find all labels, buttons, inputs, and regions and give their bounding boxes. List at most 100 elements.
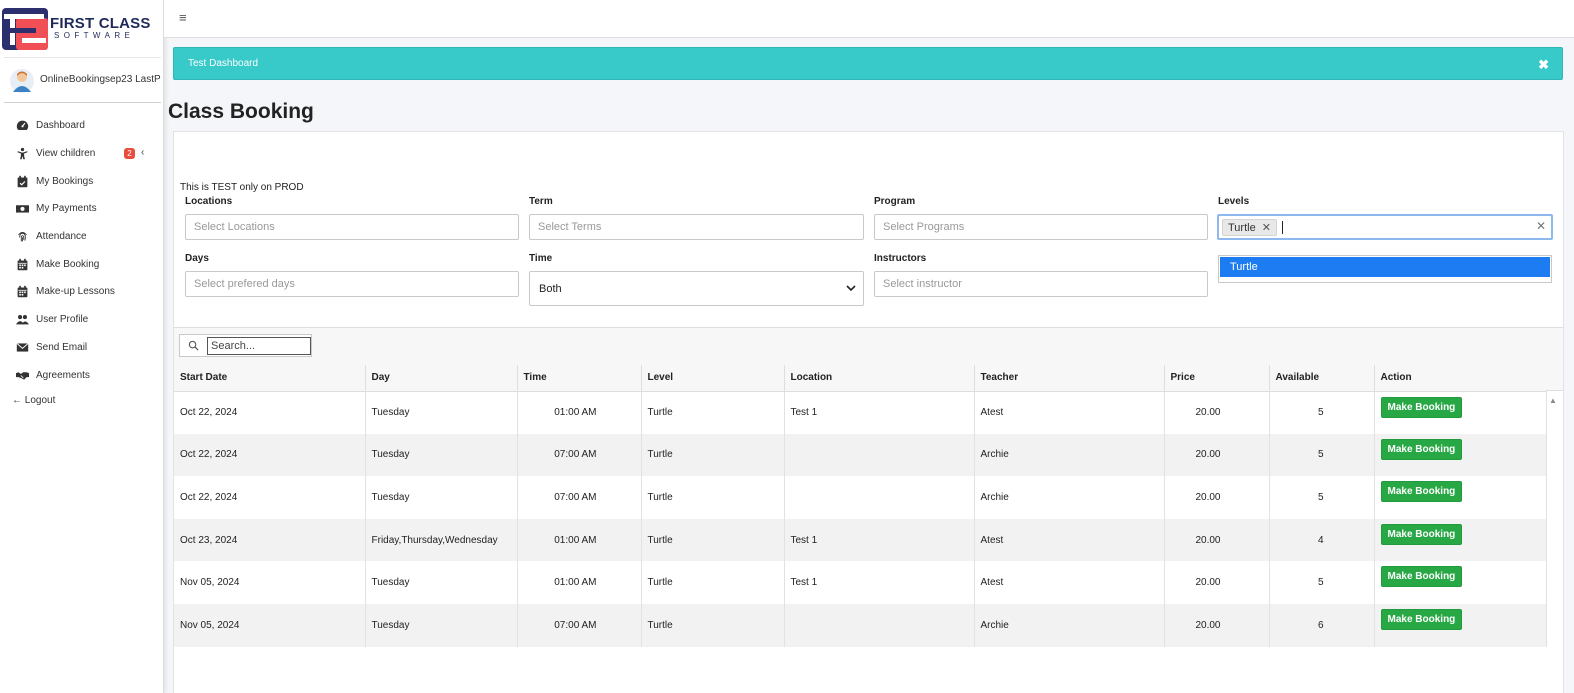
days-select[interactable]: Select prefered days [185,271,519,297]
scrollbar-header [1546,365,1563,391]
column-header[interactable]: Level [641,365,785,392]
column-header[interactable]: Time [517,365,642,392]
available-cell: 6 [1269,603,1375,647]
table-row: Oct 22, 2024 Tuesday 07:00 AM Turtle Arc… [174,476,1547,519]
sidebar-item-attendance[interactable]: Attendance [0,223,164,251]
sidebar-item-label: My Bookings [36,175,94,187]
logout-link[interactable]: ← Logout [12,395,55,406]
chevron-left-icon[interactable]: ‹ [141,147,144,158]
location-cell [784,476,975,519]
hamburger-menu-icon[interactable]: ≡ [179,10,187,25]
make-booking-button[interactable]: Make Booking [1380,438,1463,460]
make-booking-button[interactable]: Make Booking [1380,566,1463,588]
locations-select[interactable]: Select Locations [185,214,519,240]
price-cell: 20.00 [1164,433,1270,477]
action-cell: Make Booking [1374,433,1547,477]
sidebar-item-label: Dashboard [36,120,85,132]
close-icon[interactable]: ✖ [1538,57,1549,73]
column-header[interactable]: Available [1269,365,1375,392]
column-header[interactable]: Teacher [974,365,1165,392]
page-title: Class Booking [168,100,314,123]
teacher-cell: Archie [974,476,1165,519]
location-cell: Test 1 [784,391,975,434]
column-header[interactable]: Day [365,365,518,392]
fingerprint-icon [15,230,30,243]
term-select[interactable]: Select Terms [529,214,864,240]
user-name: OnlineBookingsep23 LastProd [40,74,161,85]
remove-chip-icon[interactable]: ✕ [1262,221,1271,234]
scroll-up-icon[interactable]: ▲ [1549,396,1557,405]
instructors-label: Instructors [874,253,927,264]
brand-logo[interactable]: FIRST CLASS SOFTWARE [2,8,152,52]
action-cell: Make Booking [1374,476,1547,519]
level-cell: Turtle [641,391,785,434]
sidebar-item-make-booking[interactable]: Make Booking [0,250,164,278]
text-cursor [1282,221,1283,234]
program-select[interactable]: Select Programs [874,214,1208,240]
dropdown-option[interactable]: Turtle [1220,257,1550,277]
brand-subtitle: SOFTWARE [54,31,135,40]
make-booking-button[interactable]: Make Booking [1380,481,1463,503]
level-cell: Turtle [641,433,785,477]
user-panel[interactable]: OnlineBookingsep23 LastProd [4,57,161,103]
levels-dropdown: Turtle [1218,255,1552,283]
start-date-cell: Nov 05, 2024 [174,603,366,647]
instructor-select[interactable]: Select instructor [874,271,1208,297]
price-cell: 20.00 [1164,603,1270,647]
column-header[interactable]: Location [784,365,975,392]
action-cell: Make Booking [1374,391,1547,434]
make-booking-button[interactable]: Make Booking [1380,523,1463,545]
price-cell: 20.00 [1164,561,1270,604]
sidebar-item-label: Send Email [36,341,88,353]
level-chip: Turtle ✕ [1222,219,1277,236]
term-label: Term [529,196,553,207]
brand-title: FIRST CLASS [50,15,151,32]
search-input[interactable] [207,337,311,355]
locations-label: Locations [185,196,233,207]
time-select-value: Both [539,282,562,295]
sidebar-item-label: Make-up Lessons [36,286,115,298]
day-cell: Tuesday [365,561,518,604]
available-cell: 5 [1269,433,1375,477]
start-date-cell: Oct 22, 2024 [174,476,366,519]
levels-select[interactable]: Turtle ✕ ✕ [1217,214,1553,240]
make-booking-button[interactable]: Make Booking [1380,608,1463,630]
table-row: Nov 05, 2024 Tuesday 07:00 AM Turtle Arc… [174,603,1547,647]
sidebar-item-view-children[interactable]: View children 2 ‹ [0,140,164,168]
envelope-icon [15,341,30,354]
time-select[interactable]: Both [529,271,864,306]
arrow-left-icon: ← [12,395,22,406]
action-cell: Make Booking [1374,518,1547,562]
teacher-cell: Archie [974,603,1165,647]
sidebar-item-make-up-lessons[interactable]: Make-up Lessons [0,278,164,306]
time-cell: 07:00 AM [517,476,642,519]
teacher-cell: Atest [974,561,1165,604]
column-header[interactable]: Action [1374,365,1547,392]
sidebar-item-send-email[interactable]: Send Email [0,334,164,362]
day-cell: Tuesday [365,391,518,434]
available-cell: 5 [1269,391,1375,434]
sidebar-item-user-profile[interactable]: User Profile [0,306,164,334]
sidebar-item-label: My Payments [36,203,97,215]
teacher-cell: Archie [974,433,1165,477]
level-cell: Turtle [641,561,785,604]
sidebar-item-my-bookings[interactable]: My Bookings [0,167,164,195]
available-cell: 4 [1269,518,1375,562]
days-label: Days [185,253,209,264]
levels-label: Levels [1218,196,1250,207]
column-header[interactable]: Start Date [174,365,366,392]
level-chip-label: Turtle [1228,221,1256,234]
sidebar-item-agreements[interactable]: Agreements [0,361,164,389]
clear-icon[interactable]: ✕ [1536,219,1546,233]
children-count-badge: 2 [124,147,135,159]
column-header[interactable]: Price [1164,365,1270,392]
action-cell: Make Booking [1374,603,1547,647]
sidebar-item-my-payments[interactable]: My Payments [0,195,164,223]
bookings-table: Start Date Day Time Level Location Teach… [174,365,1547,647]
make-booking-button[interactable]: Make Booking [1380,396,1463,418]
sidebar-item-label: View children [36,148,96,160]
available-cell: 5 [1269,561,1375,604]
day-cell: Tuesday [365,433,518,477]
search-box [179,334,312,357]
sidebar-item-dashboard[interactable]: Dashboard [0,112,164,140]
